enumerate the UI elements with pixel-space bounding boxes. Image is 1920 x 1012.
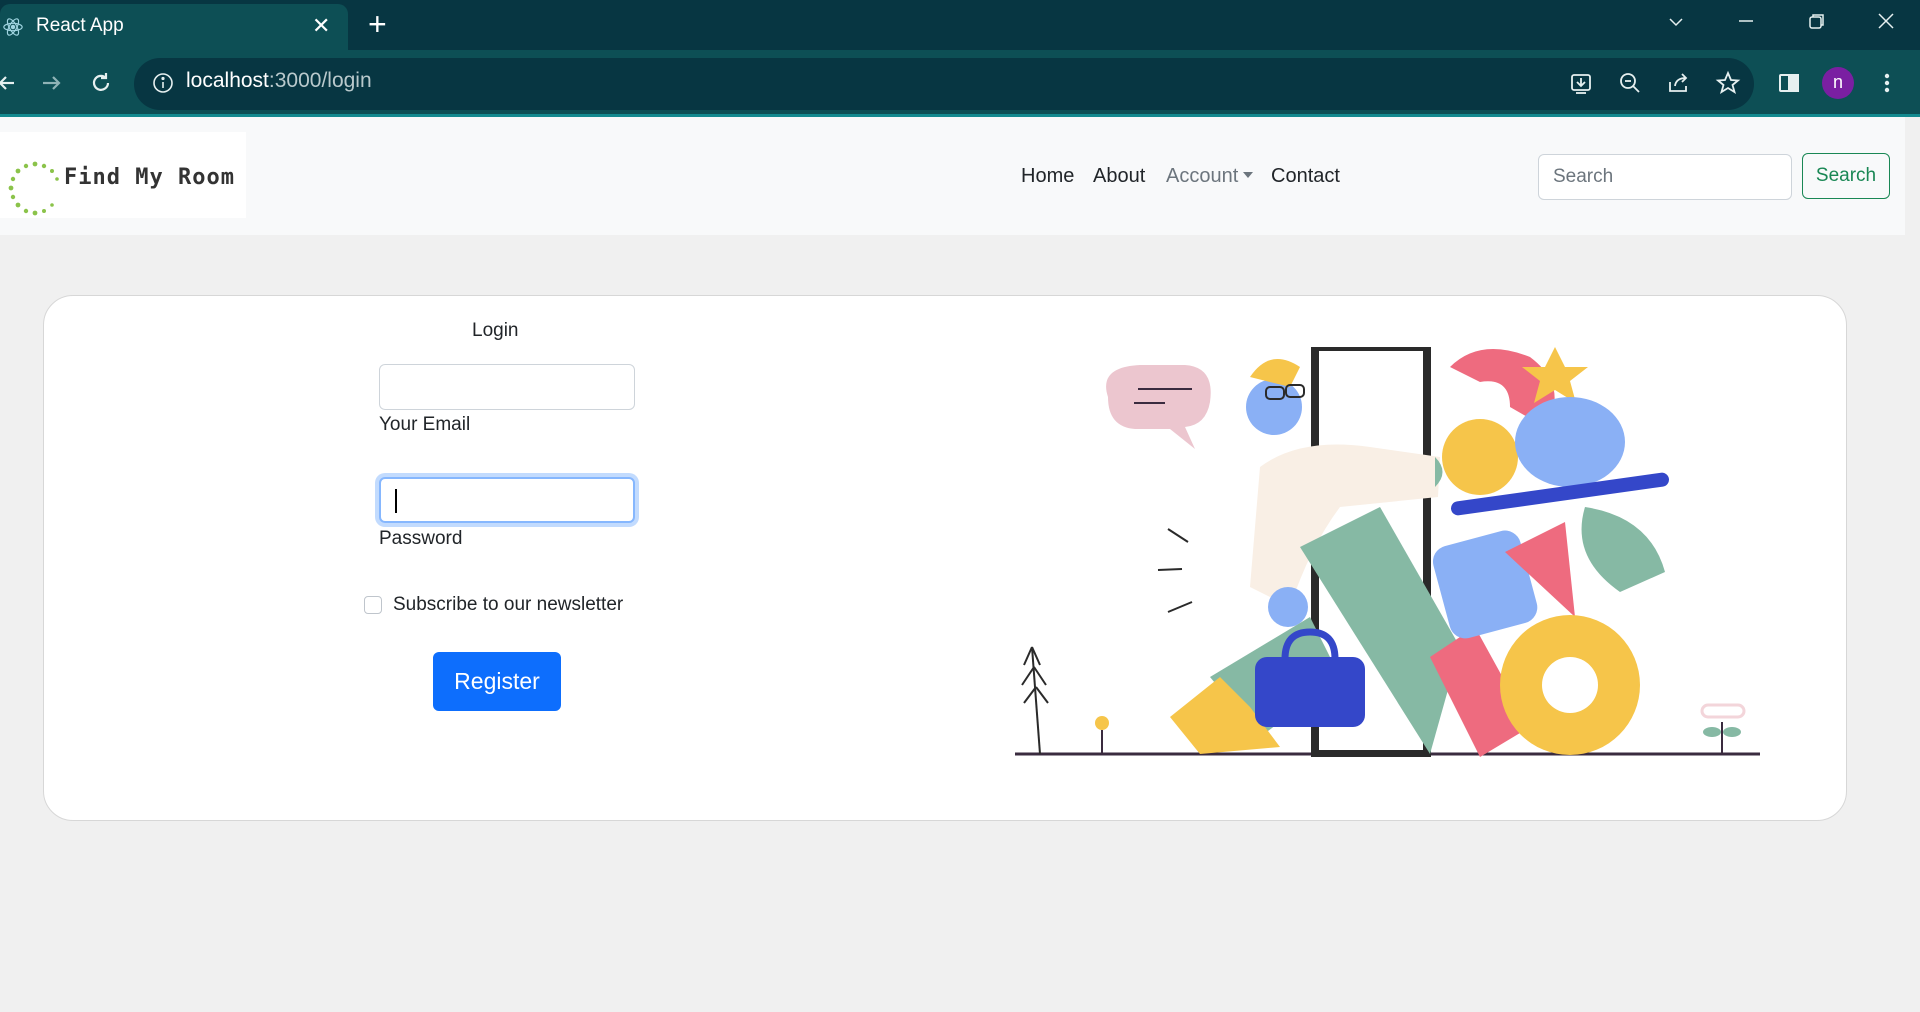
register-button[interactable]: Register	[433, 652, 561, 711]
password-label: Password	[379, 528, 463, 549]
nav-account-dropdown[interactable]: Account	[1166, 165, 1254, 188]
nav-contact[interactable]: Contact	[1271, 165, 1340, 188]
reload-icon[interactable]	[86, 68, 116, 98]
text-cursor	[395, 489, 397, 513]
logo-text: Find My Room	[64, 165, 235, 190]
url-host: localhost	[186, 69, 269, 92]
browser-tab[interactable]: React App ✕	[0, 4, 348, 50]
profile-avatar[interactable]: n	[1822, 67, 1854, 99]
minimize-icon[interactable]	[1726, 8, 1766, 38]
side-panel-icon[interactable]	[1774, 68, 1804, 98]
site-logo[interactable]: Find My Room	[0, 132, 246, 218]
nav-about[interactable]: About	[1093, 165, 1145, 188]
tab-title: React App	[36, 15, 124, 36]
menu-dots-icon[interactable]	[1872, 68, 1902, 98]
close-tab-icon[interactable]: ✕	[312, 13, 330, 39]
caret-down-icon	[1243, 172, 1254, 178]
site-navbar: Find My Room Home About Account Contact …	[0, 117, 1905, 235]
password-field[interactable]	[379, 477, 635, 523]
url-path: :3000/login	[268, 69, 372, 92]
forward-icon[interactable]	[37, 68, 67, 98]
zoom-icon[interactable]	[1615, 68, 1645, 98]
nav-account-label: Account	[1166, 165, 1239, 187]
page-body: Find My Room Home About Account Contact …	[0, 117, 1920, 1012]
login-title: Login	[472, 320, 519, 341]
newsletter-checkbox[interactable]	[364, 596, 382, 614]
new-tab-icon[interactable]: +	[368, 8, 387, 40]
bookmark-star-icon[interactable]	[1713, 68, 1743, 98]
email-label: Your Email	[379, 414, 471, 435]
share-icon[interactable]	[1664, 68, 1694, 98]
logo-ring-icon	[8, 161, 59, 216]
address-url[interactable]: localhost:3000/login	[186, 69, 372, 93]
nav-home[interactable]: Home	[1021, 165, 1074, 188]
tab-search-icon[interactable]	[1656, 8, 1696, 38]
newsletter-label: Subscribe to our newsletter	[393, 594, 624, 615]
browser-titlebar: React App ✕ +	[0, 0, 1920, 50]
back-icon[interactable]	[0, 68, 24, 98]
search-button[interactable]: Search	[1802, 153, 1890, 199]
restore-icon[interactable]	[1796, 8, 1836, 38]
site-info-icon[interactable]	[150, 70, 176, 96]
install-icon[interactable]	[1566, 68, 1596, 98]
email-field[interactable]	[379, 364, 635, 410]
address-bar[interactable]	[134, 58, 1754, 110]
react-icon	[2, 16, 24, 38]
login-illustration	[1015, 347, 1760, 757]
search-input[interactable]	[1538, 154, 1792, 200]
close-window-icon[interactable]	[1866, 8, 1906, 38]
